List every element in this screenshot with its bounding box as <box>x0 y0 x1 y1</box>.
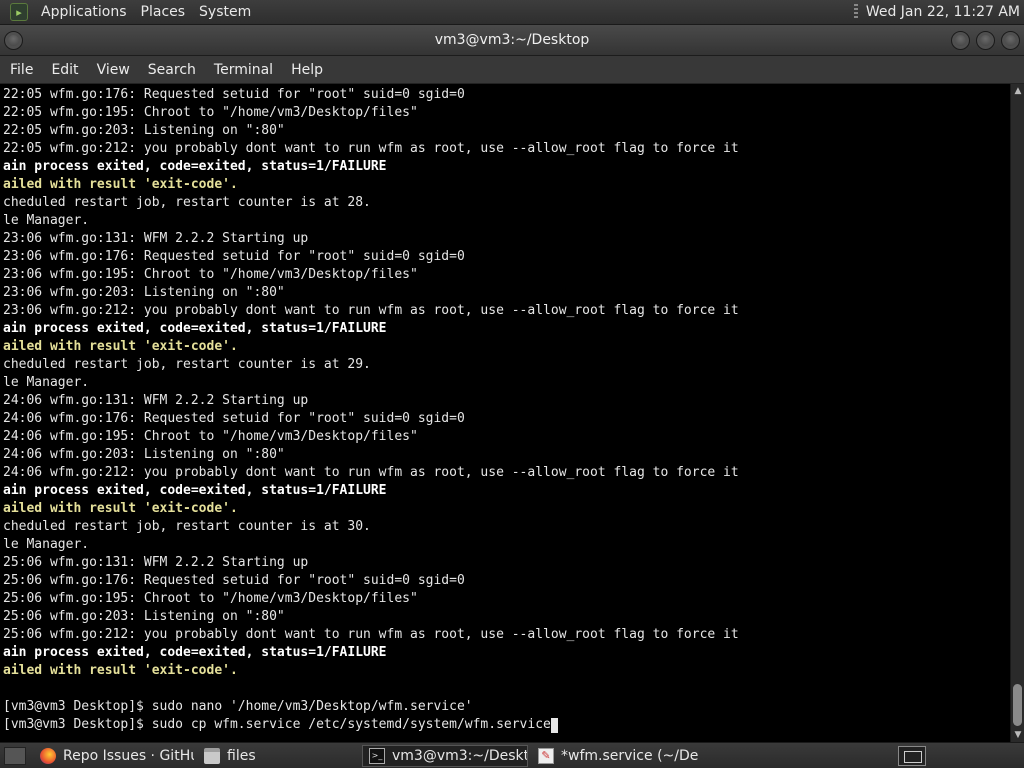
terminal-line: cheduled restart job, restart counter is… <box>3 195 371 210</box>
menu-file[interactable]: File <box>3 62 40 78</box>
system-menu[interactable]: System <box>192 4 258 20</box>
terminal-line: 24:06 wfm.go:176: Requested setuid for "… <box>3 411 465 426</box>
terminal-line: [vm3@vm3 Desktop]$ sudo cp wfm.service /… <box>3 717 551 732</box>
terminal-line: [vm3@vm3 Desktop]$ sudo nano '/home/vm3/… <box>3 699 473 714</box>
terminal-line: 25:06 wfm.go:203: Listening on ":80" <box>3 609 285 624</box>
window-titlebar[interactable]: vm3@vm3:~/Desktop <box>0 25 1024 56</box>
terminal-line: 24:06 wfm.go:195: Chroot to "/home/vm3/D… <box>3 429 418 444</box>
window-title: vm3@vm3:~/Desktop <box>434 32 590 48</box>
terminal-line: ailed with result 'exit-code'. <box>3 663 238 678</box>
distro-logo-icon[interactable]: ▸ <box>10 3 28 21</box>
terminal-line: 23:06 wfm.go:176: Requested setuid for "… <box>3 249 465 264</box>
task-label: vm3@vm3:~/Desktop <box>392 747 527 764</box>
menu-view[interactable]: View <box>90 62 137 78</box>
terminal-line: ailed with result 'exit-code'. <box>3 501 238 516</box>
terminal-output[interactable]: 22:05 wfm.go:176: Requested setuid for "… <box>0 84 1010 742</box>
terminal-line: ain process exited, code=exited, status=… <box>3 483 387 498</box>
terminal-icon: >_ <box>369 747 385 764</box>
task-label: files <box>227 747 256 764</box>
terminal-line: le Manager. <box>3 375 90 390</box>
menu-search[interactable]: Search <box>141 62 203 78</box>
menu-terminal[interactable]: Terminal <box>207 62 280 78</box>
terminal-scrollbar[interactable]: ▲ ▼ <box>1010 84 1024 742</box>
text-editor-icon: ✎ <box>538 747 554 764</box>
top-panel: ▸ Applications Places System Wed Jan 22,… <box>0 0 1024 25</box>
terminal-line: le Manager. <box>3 213 90 228</box>
terminal-line: ain process exited, code=exited, status=… <box>3 321 387 336</box>
panel-handle-icon[interactable] <box>853 4 858 20</box>
terminal-line: 23:06 wfm.go:212: you probably dont want… <box>3 303 739 318</box>
menu-edit[interactable]: Edit <box>44 62 85 78</box>
bottom-panel: Repo Issues · GitHu... files >_ vm3@vm3:… <box>0 742 1024 768</box>
scroll-thumb[interactable] <box>1013 684 1022 726</box>
scroll-down-icon[interactable]: ▼ <box>1013 730 1023 740</box>
window-menu-button[interactable] <box>4 31 23 50</box>
scroll-up-icon[interactable]: ▲ <box>1013 86 1023 96</box>
task-firefox[interactable]: Repo Issues · GitHu... <box>34 745 194 767</box>
terminal-line: 24:06 wfm.go:131: WFM 2.2.2 Starting up <box>3 393 309 408</box>
terminal-line: 25:06 wfm.go:131: WFM 2.2.2 Starting up <box>3 555 309 570</box>
firefox-icon <box>40 747 56 764</box>
terminal-line: ain process exited, code=exited, status=… <box>3 159 387 174</box>
show-desktop-button[interactable] <box>4 746 26 765</box>
terminal-cursor <box>550 718 558 733</box>
terminal-line: 24:06 wfm.go:212: you probably dont want… <box>3 465 739 480</box>
task-label: *wfm.service (~/Des... <box>561 747 698 764</box>
terminal-line: 25:06 wfm.go:176: Requested setuid for "… <box>3 573 465 588</box>
task-files[interactable]: files <box>198 745 358 767</box>
clock[interactable]: Wed Jan 22, 11:27 AM <box>866 4 1020 20</box>
terminal-line: ailed with result 'exit-code'. <box>3 177 238 192</box>
menu-help[interactable]: Help <box>284 62 330 78</box>
terminal-line: ain process exited, code=exited, status=… <box>3 645 387 660</box>
minimize-button[interactable] <box>951 31 970 50</box>
task-text-editor[interactable]: ✎ *wfm.service (~/Des... <box>532 745 698 767</box>
terminal-line: le Manager. <box>3 537 90 552</box>
terminal-line: 23:06 wfm.go:195: Chroot to "/home/vm3/D… <box>3 267 418 282</box>
terminal-line: 23:06 wfm.go:203: Listening on ":80" <box>3 285 285 300</box>
task-label: Repo Issues · GitHu... <box>63 747 194 764</box>
terminal-line: 23:06 wfm.go:131: WFM 2.2.2 Starting up <box>3 231 309 246</box>
terminal-line: ailed with result 'exit-code'. <box>3 339 238 354</box>
applications-menu[interactable]: Applications <box>34 4 134 20</box>
terminal-line: 24:06 wfm.go:203: Listening on ":80" <box>3 447 285 462</box>
folder-icon <box>204 747 220 764</box>
terminal-menubar: File Edit View Search Terminal Help <box>0 56 1024 84</box>
terminal-line: cheduled restart job, restart counter is… <box>3 357 371 372</box>
maximize-button[interactable] <box>976 31 995 50</box>
places-menu[interactable]: Places <box>134 4 193 20</box>
terminal-line: cheduled restart job, restart counter is… <box>3 519 371 534</box>
terminal-line: 22:05 wfm.go:212: you probably dont want… <box>3 141 739 156</box>
task-terminal[interactable]: >_ vm3@vm3:~/Desktop <box>362 744 528 767</box>
workspace-switcher[interactable] <box>898 746 926 766</box>
close-button[interactable] <box>1001 31 1020 50</box>
terminal-line: 25:06 wfm.go:195: Chroot to "/home/vm3/D… <box>3 591 418 606</box>
terminal-line: 22:05 wfm.go:203: Listening on ":80" <box>3 123 285 138</box>
terminal-line: 22:05 wfm.go:195: Chroot to "/home/vm3/D… <box>3 105 418 120</box>
terminal-line: 25:06 wfm.go:212: you probably dont want… <box>3 627 739 642</box>
terminal-line: 22:05 wfm.go:176: Requested setuid for "… <box>3 87 465 102</box>
